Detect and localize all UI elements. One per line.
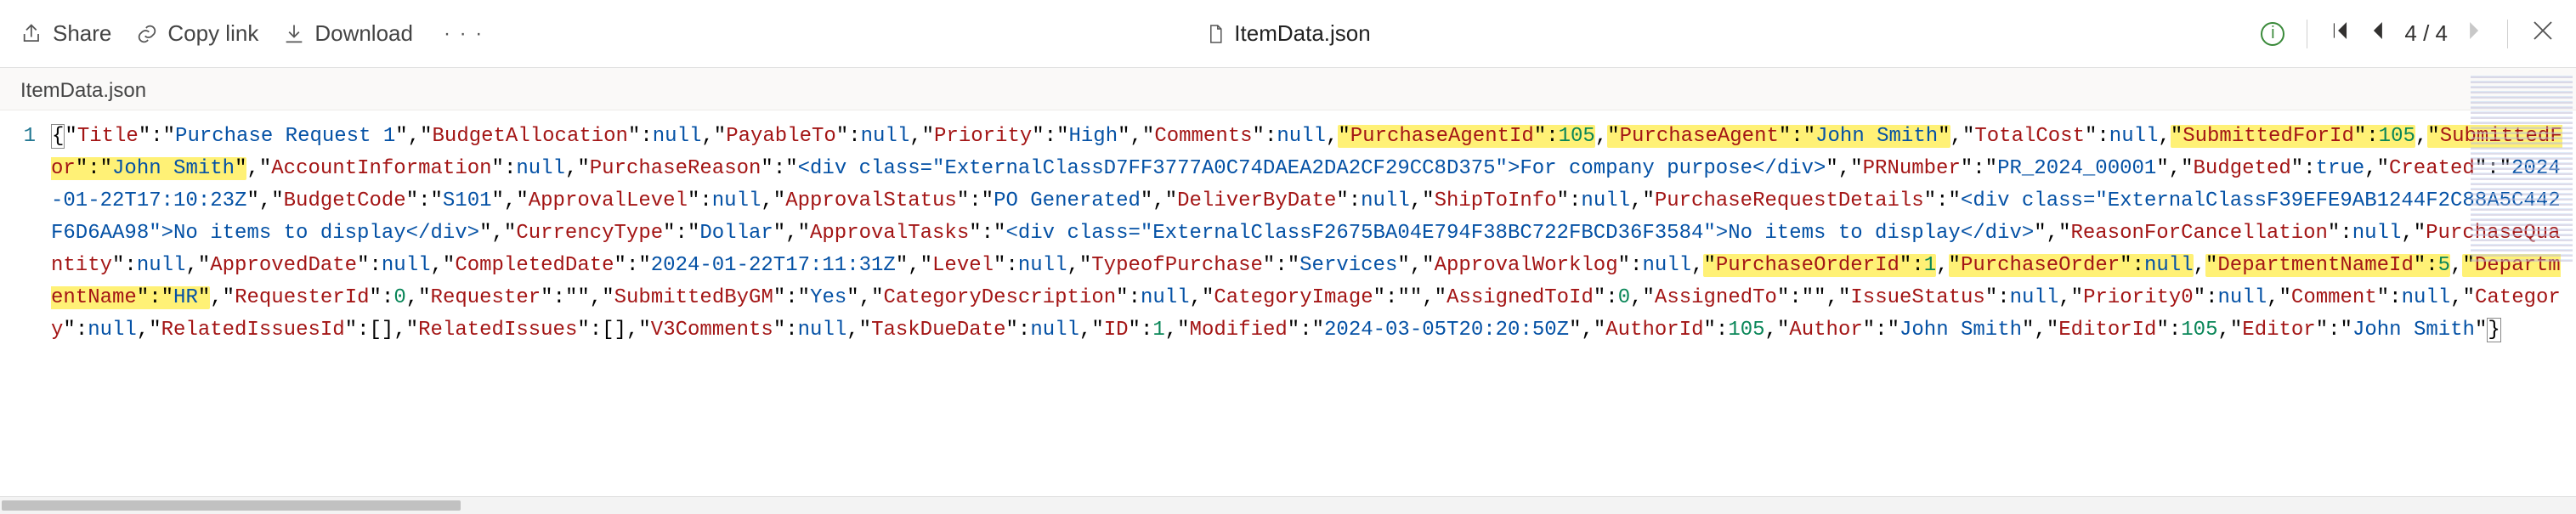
- first-page-button[interactable]: [2330, 20, 2352, 48]
- share-button[interactable]: Share: [20, 20, 111, 47]
- toolbar: Share Copy link Download · · · ItemData.…: [0, 0, 2576, 68]
- copy-link-label: Copy link: [167, 20, 258, 47]
- next-page-button[interactable]: [2463, 20, 2485, 48]
- gutter: 1: [0, 110, 44, 514]
- code-area[interactable]: {"Title":"Purchase Request 1","BudgetAll…: [44, 110, 2576, 514]
- file-icon: [1205, 24, 1226, 44]
- line-number: 1: [0, 121, 36, 153]
- toolbar-left: Share Copy link Download · · ·: [20, 20, 484, 47]
- download-label: Download: [314, 20, 413, 47]
- prev-page-button[interactable]: [2367, 20, 2389, 48]
- title-area: ItemData.json: [1205, 20, 1370, 47]
- toolbar-right: i 4 / 4: [2261, 18, 2556, 49]
- download-button[interactable]: Download: [282, 20, 413, 47]
- minimap[interactable]: [2471, 75, 2573, 262]
- page-counter: 4 / 4: [2404, 20, 2448, 47]
- tab-itemdata[interactable]: ItemData.json: [20, 72, 146, 110]
- copy-link-button[interactable]: Copy link: [135, 20, 258, 47]
- info-icon[interactable]: i: [2261, 22, 2284, 46]
- horizontal-scrollbar[interactable]: [0, 497, 2576, 514]
- file-name: ItemData.json: [1234, 20, 1370, 47]
- divider: [2507, 20, 2508, 48]
- tab-bar: ItemData.json: [0, 68, 2576, 110]
- download-icon: [282, 22, 306, 46]
- share-icon: [20, 22, 44, 46]
- close-icon: [2530, 18, 2556, 43]
- editor: 1 {"Title":"Purchase Request 1","BudgetA…: [0, 110, 2576, 514]
- link-icon: [135, 22, 159, 46]
- more-button[interactable]: · · ·: [444, 22, 484, 46]
- close-button[interactable]: [2530, 18, 2556, 49]
- share-label: Share: [53, 20, 111, 47]
